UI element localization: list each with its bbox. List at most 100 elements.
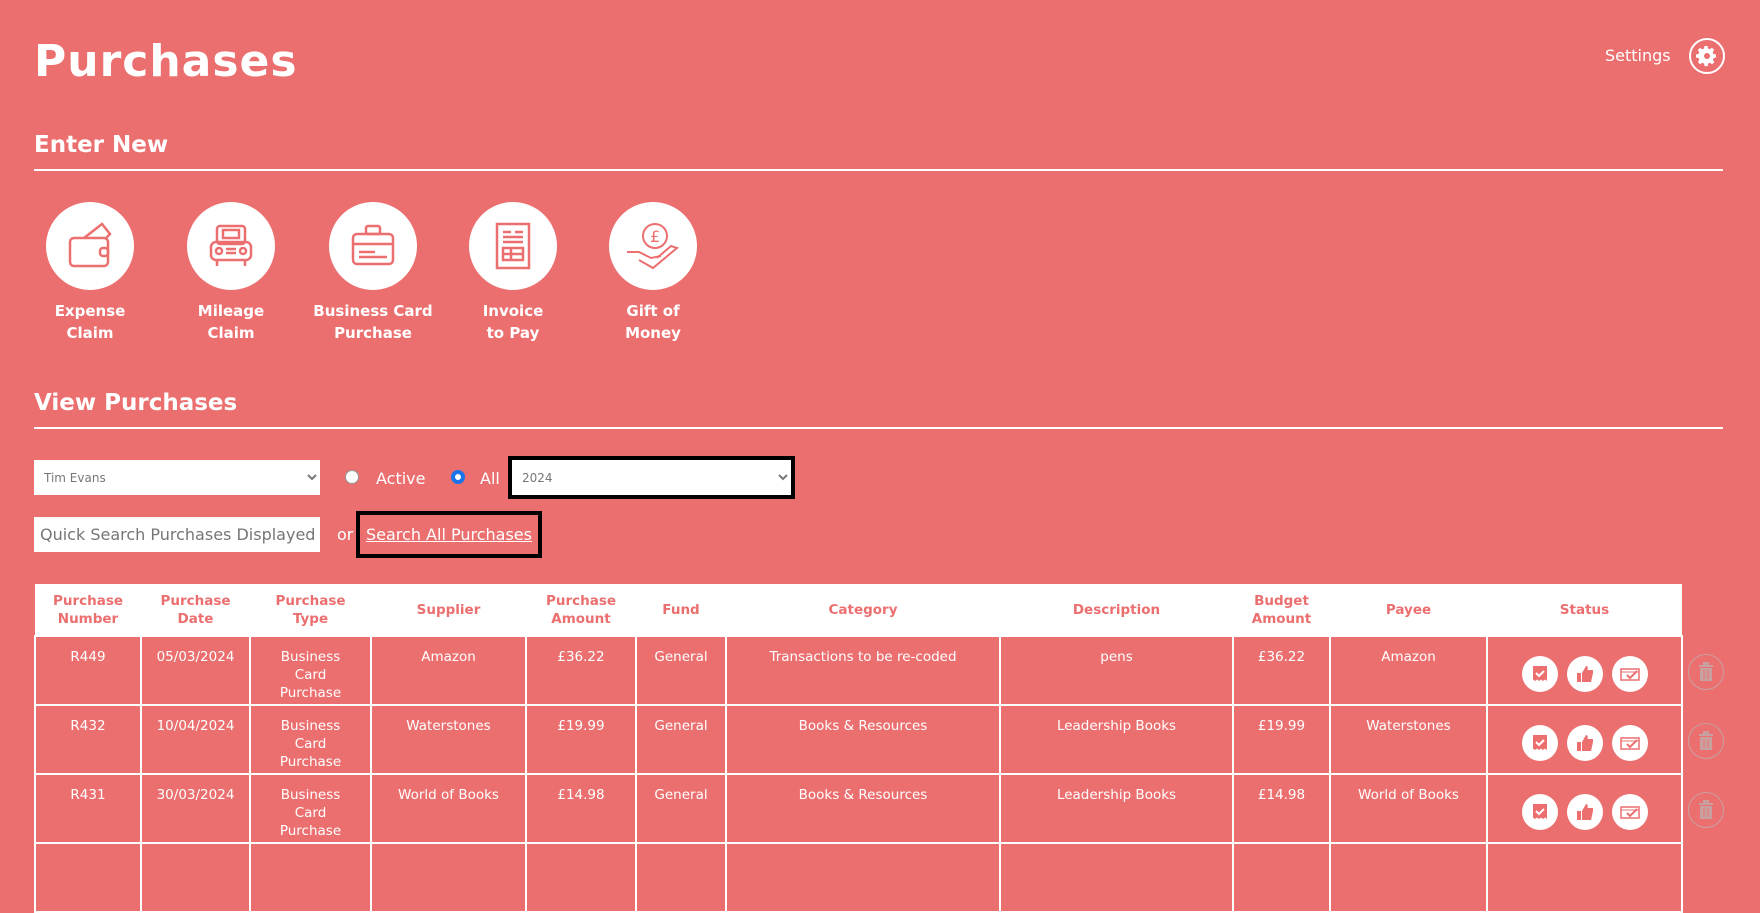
- gift-of-money-button[interactable]: £ Gift of Money: [588, 202, 718, 344]
- column-header-text: Payee: [1385, 601, 1432, 618]
- expense-claim-button[interactable]: Expense Claim: [25, 202, 155, 344]
- column-header-text: Category: [828, 601, 898, 618]
- cell-status: [1486, 773, 1683, 844]
- cell-text: Purchase: [279, 754, 342, 770]
- column-header[interactable]: Purchase Type: [250, 584, 371, 636]
- invoice-to-pay-button[interactable]: Invoice to Pay: [448, 202, 578, 344]
- business-card-purchase-button[interactable]: Business Card Purchase: [308, 202, 438, 344]
- cell-description: pens: [999, 635, 1234, 706]
- year-select[interactable]: 2024: [512, 460, 791, 495]
- column-header[interactable]: Purchase Amount: [526, 584, 636, 636]
- gear-icon[interactable]: [1689, 38, 1725, 74]
- radio-active[interactable]: [345, 470, 359, 484]
- column-header[interactable]: Fund: [636, 584, 726, 636]
- cell-text: Business: [280, 718, 341, 734]
- column-header-text: Budget: [1254, 592, 1309, 609]
- thumbs-up-icon[interactable]: [1566, 656, 1603, 692]
- receipt-check-icon[interactable]: [1521, 725, 1558, 761]
- card-check-icon[interactable]: [1611, 794, 1648, 830]
- table-row[interactable]: R431 30/03/2024 Business Card Purchase World …: [34, 773, 1683, 844]
- tile-label: Purchase: [334, 324, 412, 342]
- column-header[interactable]: Supplier: [371, 584, 526, 636]
- cell-text: Purchase: [279, 685, 342, 701]
- column-header[interactable]: Purchase Date: [141, 584, 250, 636]
- card-check-icon[interactable]: [1611, 656, 1648, 692]
- car-icon: [187, 202, 275, 290]
- column-header-text: Number: [57, 610, 119, 627]
- cell-fund: General: [635, 773, 727, 844]
- cell: [1232, 842, 1331, 913]
- briefcase-card-icon: [329, 202, 417, 290]
- or-label: or: [337, 525, 354, 544]
- thumbs-up-icon[interactable]: [1566, 794, 1603, 830]
- table-row[interactable]: [34, 842, 1683, 913]
- cell-supplier: World of Books: [370, 773, 527, 844]
- cell-text: Business: [280, 649, 341, 665]
- cell-type: Business Card Purchase: [249, 635, 372, 706]
- cell: [34, 842, 142, 913]
- column-header[interactable]: Budget Amount: [1233, 584, 1330, 636]
- cell: [140, 842, 251, 913]
- cell-category: Books & Resources: [725, 704, 1001, 775]
- column-header[interactable]: Payee: [1330, 584, 1487, 636]
- view-purchases-heading: View Purchases: [34, 390, 238, 416]
- cell: [370, 842, 527, 913]
- cell-category: Transactions to be re-coded: [725, 635, 1001, 706]
- table-row[interactable]: R432 10/04/2024 Business Card Purchase Waters…: [34, 704, 1683, 775]
- page-title: Purchases: [34, 36, 298, 87]
- tile-label: Business Card: [313, 302, 433, 320]
- cell-number: R449: [34, 635, 142, 706]
- cell-payee: Waterstones: [1329, 704, 1488, 775]
- purchases-table: Purchase Number Purchase Date Purchase Type Su…: [34, 584, 1683, 913]
- trash-icon[interactable]: [1688, 792, 1724, 828]
- column-header[interactable]: Description: [1000, 584, 1233, 636]
- table-row[interactable]: R449 05/03/2024 Business Card Purchase Amazon…: [34, 635, 1683, 706]
- cell-text: Card: [294, 667, 327, 683]
- cell: [725, 842, 1001, 913]
- radio-all[interactable]: [451, 470, 465, 484]
- cell: [635, 842, 727, 913]
- column-header[interactable]: Category: [726, 584, 1000, 636]
- enter-new-heading: Enter New: [34, 132, 169, 158]
- cell-budget: £19.99: [1232, 704, 1331, 775]
- radio-all-label: All: [480, 469, 500, 488]
- tile-label: Claim: [207, 324, 255, 342]
- trash-icon[interactable]: [1688, 654, 1724, 690]
- cell-text: Card: [294, 805, 327, 821]
- cell-text: Business: [280, 787, 341, 803]
- search-all-purchases-link[interactable]: Search All Purchases: [366, 525, 532, 544]
- thumbs-up-icon[interactable]: [1566, 725, 1603, 761]
- user-select[interactable]: Tim Evans: [34, 460, 320, 495]
- cell: [1486, 842, 1683, 913]
- cell-supplier: Waterstones: [370, 704, 527, 775]
- column-header-text: Type: [292, 610, 329, 627]
- trash-icon[interactable]: [1688, 723, 1724, 759]
- divider: [34, 169, 1723, 171]
- column-header-text: Amount: [1251, 610, 1312, 627]
- settings-link[interactable]: Settings: [1605, 46, 1671, 65]
- cell: [525, 842, 637, 913]
- cell-budget: £36.22: [1232, 635, 1331, 706]
- card-check-icon[interactable]: [1611, 725, 1648, 761]
- cell-date: 30/03/2024: [140, 773, 251, 844]
- column-header-text: Supplier: [416, 601, 481, 618]
- cell-payee: World of Books: [1329, 773, 1488, 844]
- invoice-icon: [469, 202, 557, 290]
- tile-label: Invoice: [482, 302, 544, 320]
- cell-supplier: Amazon: [370, 635, 527, 706]
- quick-search-input[interactable]: [34, 517, 320, 552]
- cell-status: [1486, 704, 1683, 775]
- cell-category: Books & Resources: [725, 773, 1001, 844]
- mileage-claim-button[interactable]: Mileage Claim: [166, 202, 296, 344]
- tile-label: Expense: [54, 302, 126, 320]
- cell-number: R431: [34, 773, 142, 844]
- cell-type: Business Card Purchase: [249, 773, 372, 844]
- tile-label: Mileage: [197, 302, 265, 320]
- column-header[interactable]: Status: [1487, 584, 1682, 636]
- column-header-text: Date: [177, 610, 214, 627]
- column-header[interactable]: Purchase Number: [35, 584, 141, 636]
- column-header-text: Purchase: [52, 592, 124, 609]
- cell-description: Leadership Books: [999, 704, 1234, 775]
- receipt-check-icon[interactable]: [1521, 794, 1558, 830]
- receipt-check-icon[interactable]: [1521, 656, 1558, 692]
